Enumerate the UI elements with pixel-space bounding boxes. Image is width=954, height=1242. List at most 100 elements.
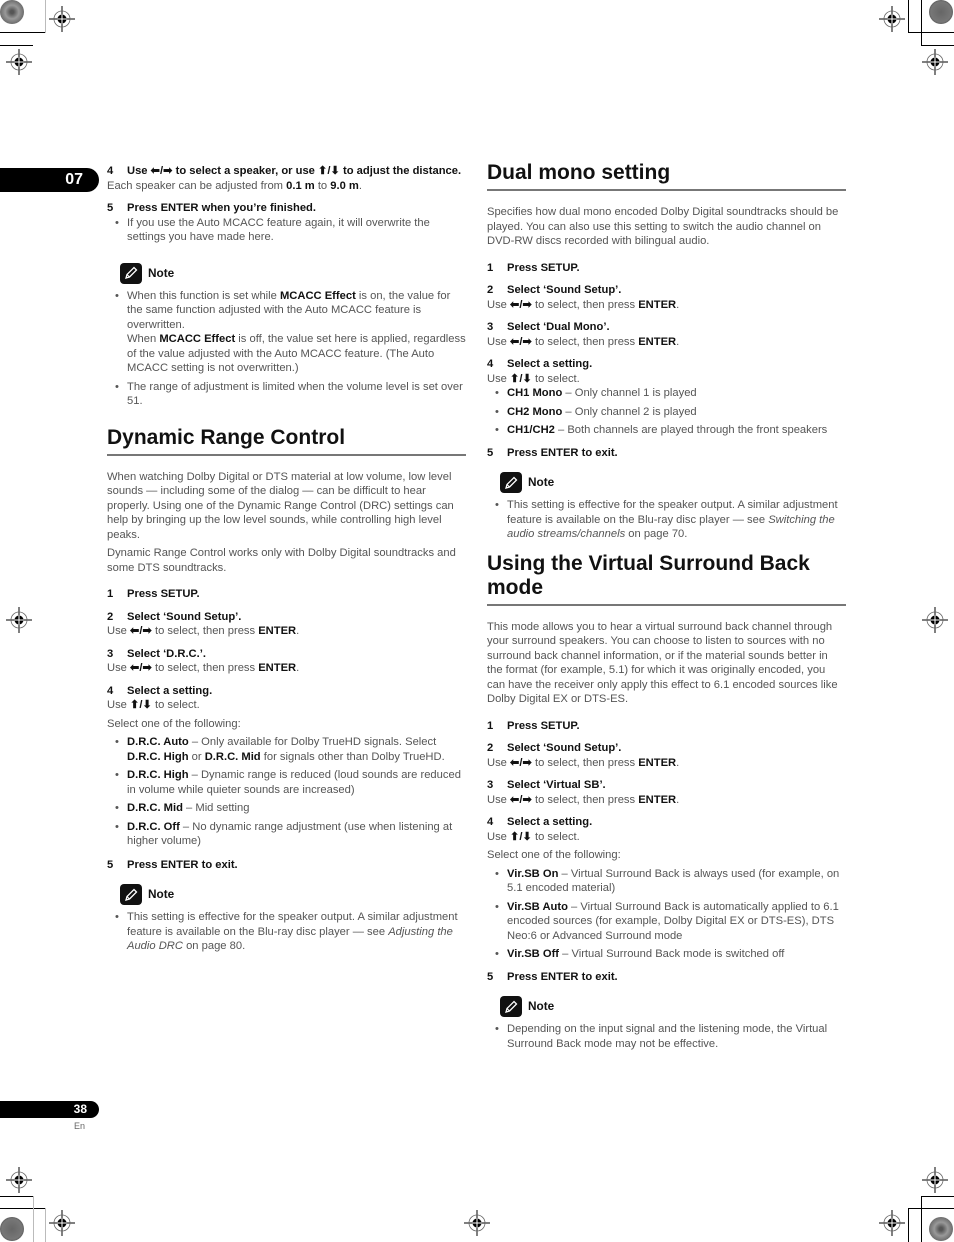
option-item: CH1 Mono – Only channel 1 is played	[487, 386, 846, 401]
crosshair-icon	[49, 6, 75, 32]
crop-line	[921, 45, 954, 46]
color-target-icon	[0, 0, 24, 24]
step-heading: 4 Select a setting.	[487, 358, 593, 370]
crosshair-icon	[6, 49, 32, 75]
list-item: The range of adjustment is limited when …	[107, 380, 466, 409]
crop-line	[908, 1208, 954, 1209]
crop-line	[33, 1196, 34, 1242]
pencil-icon	[500, 996, 522, 1017]
left-column: 4 Use ⬅/➡ to select a speaker, or use ⬆/⬇…	[107, 164, 466, 958]
option-item: Vir.SB Off – Virtual Surround Back mode …	[487, 947, 846, 962]
up-down-arrows-icon: ⬆/⬇	[510, 830, 532, 843]
crop-line	[45, 1208, 46, 1242]
paragraph: This mode allows you to hear a virtual s…	[487, 620, 838, 706]
page-language: En	[74, 1121, 86, 1131]
crop-line	[0, 45, 33, 46]
step-body: Use ⬅/➡ to select, then press ENTER.	[487, 298, 680, 311]
crop-line	[0, 1196, 33, 1197]
section-title: Using the Virtual Surround Back mode	[487, 552, 846, 606]
list-item: This setting is effective for the speake…	[487, 498, 846, 542]
crosshair-icon	[6, 607, 32, 633]
crosshair-icon	[464, 1210, 490, 1236]
step-heading: 3 Select ‘D.R.C.’.	[107, 647, 206, 660]
note-heading: Note	[120, 884, 466, 905]
step-heading: 4 Select a setting.	[487, 816, 593, 828]
step-heading: 5 Press ENTER to exit.	[487, 970, 618, 983]
pencil-icon	[120, 262, 142, 284]
paragraph: Dynamic Range Control works only with Do…	[107, 547, 456, 574]
left-right-arrows-icon: ⬅/➡	[510, 793, 532, 806]
list-item: If you use the Auto MCACC feature again,…	[107, 216, 466, 245]
option-item: CH1/CH2 – Both channels are played throu…	[487, 423, 846, 438]
left-right-arrows-icon: ⬅/➡	[510, 756, 532, 769]
crosshair-icon	[6, 1167, 32, 1193]
chapter-tab: 07	[0, 168, 99, 192]
option-item: D.R.C. Auto – Only available for Dolby T…	[107, 735, 466, 764]
crop-line	[0, 1208, 46, 1209]
note-heading: Note	[500, 996, 846, 1017]
step-heading: 2 Select ‘Sound Setup’.	[487, 742, 622, 754]
note-heading: Note	[120, 262, 466, 284]
step-heading: 2 Select ‘Sound Setup’.	[107, 610, 242, 623]
crosshair-icon	[879, 6, 905, 32]
section-title: Dual mono setting	[487, 161, 846, 191]
step-body: Each speaker can be adjusted from 0.1 m …	[107, 179, 362, 192]
step-heading: 5 Press ENTER to exit.	[107, 858, 238, 871]
left-right-arrows-icon: ⬅/➡	[510, 335, 532, 348]
page-number: 38	[0, 1101, 99, 1118]
step-body: Use ⬆/⬇ to select.	[107, 699, 200, 711]
option-item: Vir.SB On – Virtual Surround Back is alw…	[487, 867, 846, 896]
option-item: D.R.C. Mid – Mid setting	[107, 801, 466, 816]
step-heading: 3 Select ‘Dual Mono’.	[487, 321, 610, 333]
step-body: Use ⬆/⬇ to select.	[487, 372, 580, 385]
option-item: Vir.SB Auto – Virtual Surround Back is a…	[487, 900, 846, 944]
crop-line	[0, 32, 46, 33]
step-heading: 1 Press SETUP.	[487, 261, 580, 274]
step-heading: 2 Select ‘Sound Setup’.	[487, 284, 622, 296]
note-heading: Note	[500, 472, 846, 493]
left-right-arrows-icon: ⬅/➡	[130, 625, 152, 637]
crosshair-icon	[879, 1210, 905, 1236]
paragraph: Specifies how dual mono encoded Dolby Di…	[487, 206, 839, 247]
crop-line	[908, 0, 909, 33]
list-item: This setting is effective for the speake…	[107, 910, 466, 954]
crosshair-icon	[922, 49, 948, 75]
option-item: CH2 Mono – Only channel 2 is played	[487, 405, 846, 420]
left-right-arrows-icon: ⬅/➡	[510, 298, 532, 311]
step-heading: 4 Use ⬅/➡ to select a speaker, or use ⬆/⬇…	[107, 165, 462, 177]
step-heading: 5 Press ENTER when you’re finished.	[107, 202, 316, 214]
color-target-icon	[929, 1217, 953, 1241]
step-heading: 1 Press SETUP.	[487, 719, 580, 732]
crop-line	[921, 1196, 954, 1197]
step-heading: 1 Press SETUP.	[107, 588, 200, 600]
step-heading: 5 Press ENTER to exit.	[487, 446, 618, 459]
section-title: Dynamic Range Control	[107, 426, 466, 456]
option-item: D.R.C. Off – No dynamic range adjustment…	[107, 820, 466, 849]
crop-line	[921, 0, 922, 46]
list-item: When this function is set while MCACC Ef…	[107, 289, 466, 376]
crosshair-icon	[922, 1167, 948, 1193]
step-heading: 3 Select ‘Virtual SB’.	[487, 779, 606, 791]
crosshair-icon	[49, 1210, 75, 1236]
step-body: Use ⬅/➡ to select, then press ENTER.	[487, 756, 680, 769]
paragraph: When watching Dolby Digital or DTS mater…	[107, 470, 454, 541]
right-column: Dual mono setting Specifies how dual mon…	[487, 161, 846, 1055]
crop-line	[45, 0, 46, 33]
list-item: Depending on the input signal and the li…	[487, 1022, 846, 1051]
step-body: Use ⬆/⬇ to select.	[487, 830, 580, 843]
step-heading: 4 Select a setting.	[107, 684, 213, 697]
pencil-icon	[500, 472, 522, 493]
color-target-icon	[0, 1217, 24, 1241]
crop-line	[908, 1208, 909, 1242]
color-target-icon	[929, 0, 953, 24]
paragraph: Select one of the following:	[487, 849, 621, 861]
paragraph: Select one of the following:	[107, 717, 241, 730]
up-down-arrows-icon: ⬆/⬇	[510, 372, 532, 385]
step-body: Use ⬅/➡ to select, then press ENTER.	[487, 793, 680, 806]
left-right-arrows-icon: ⬅/➡	[150, 165, 173, 177]
option-item: D.R.C. High – Dynamic range is reduced (…	[107, 768, 466, 797]
crosshair-icon	[922, 607, 948, 633]
step-body: Use ⬅/➡ to select, then press ENTER.	[487, 335, 680, 348]
up-down-arrows-icon: ⬆/⬇	[130, 699, 152, 711]
left-right-arrows-icon: ⬅/➡	[130, 662, 152, 674]
